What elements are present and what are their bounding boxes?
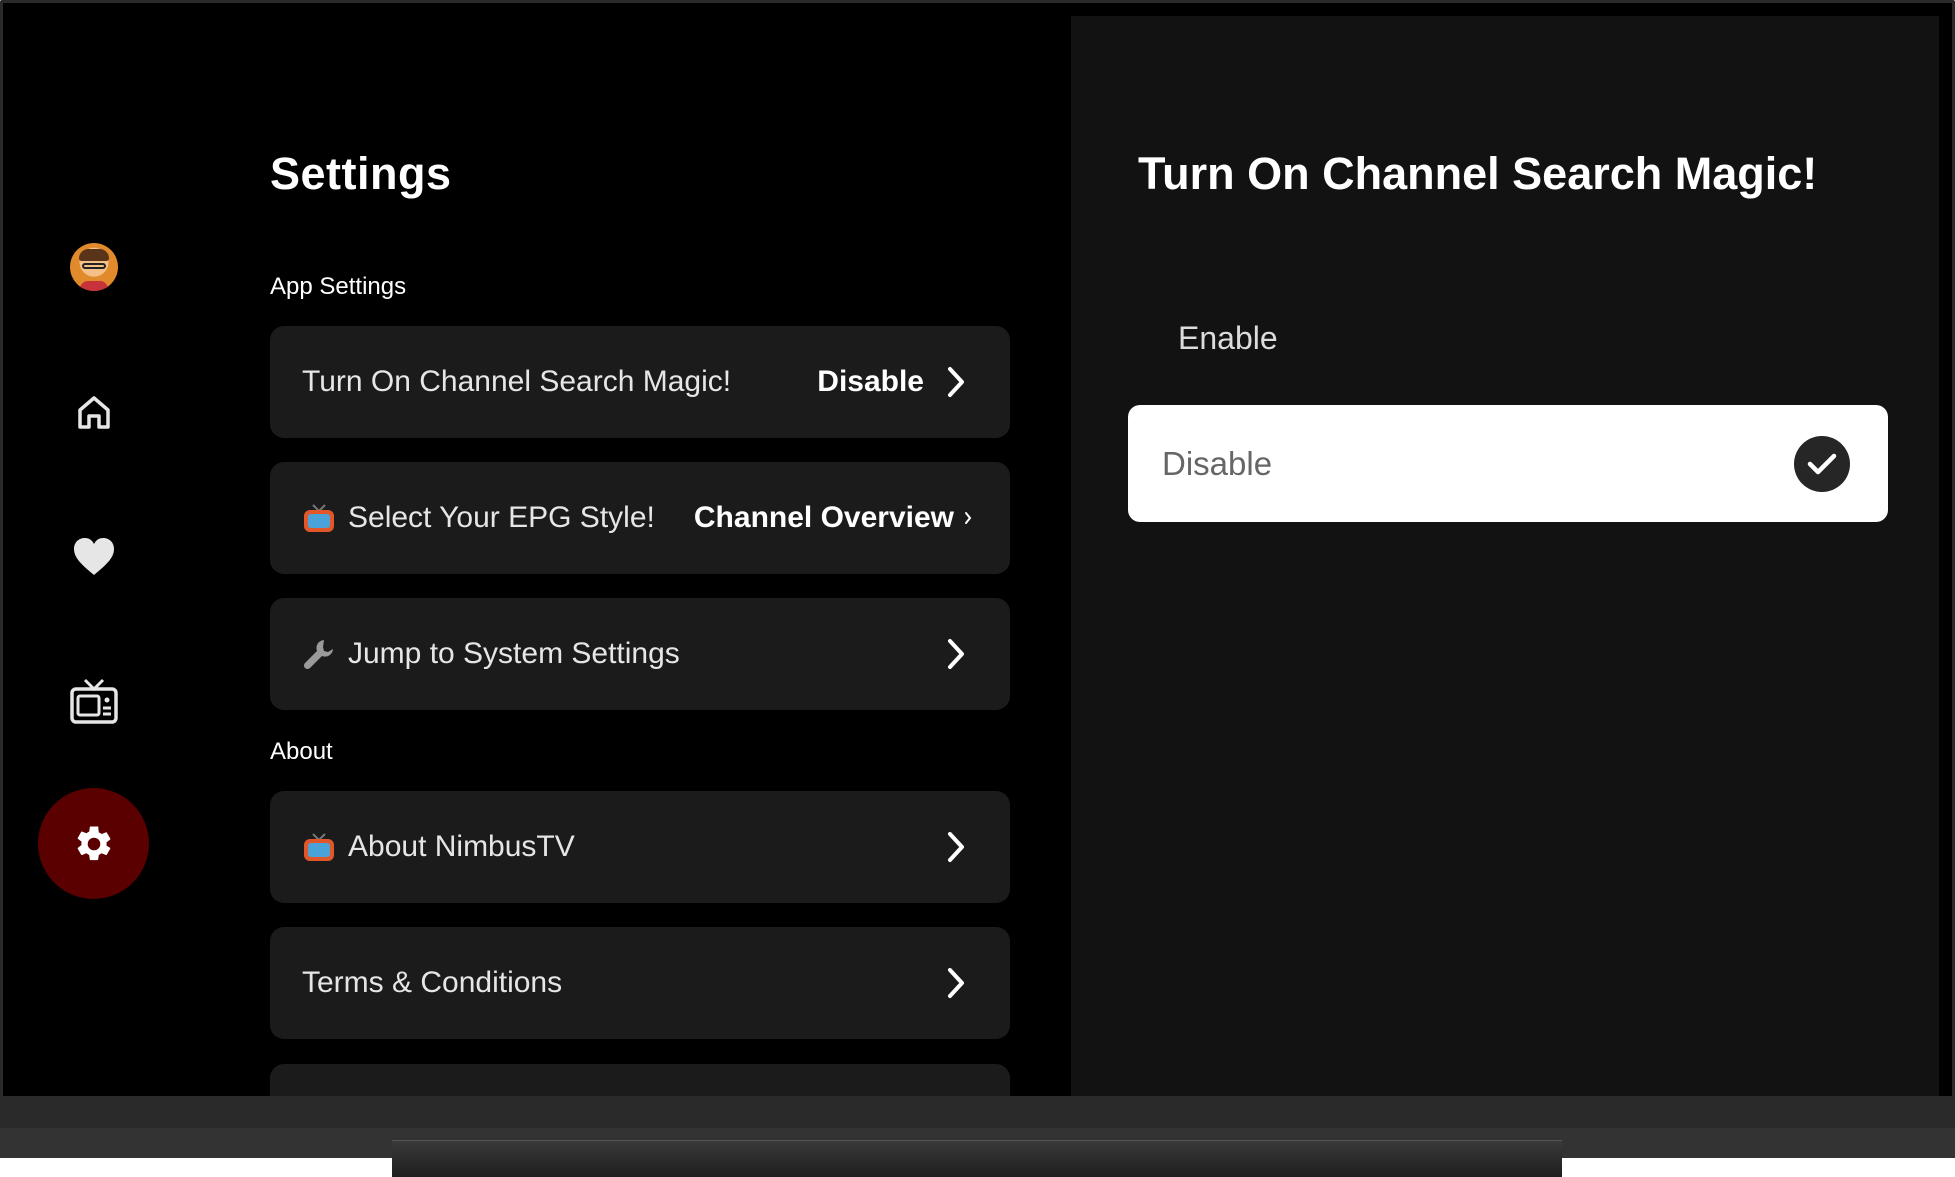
tv-icon xyxy=(69,678,118,724)
detail-title: Turn On Channel Search Magic! xyxy=(1138,148,1818,199)
tv-emoji-icon xyxy=(302,830,336,864)
tv-stand xyxy=(392,1140,1562,1177)
row-label: Terms & Conditions xyxy=(302,966,563,999)
chevron-right-icon xyxy=(946,638,966,670)
wrench-icon xyxy=(302,637,336,671)
tv-screen: Settings App Settings Turn On Channel Se… xyxy=(3,3,1952,1096)
row-value: Disable xyxy=(817,365,924,398)
row-epg-style[interactable]: Select Your EPG Style! Channel Overview xyxy=(270,462,1010,574)
nav-live-tv[interactable] xyxy=(38,645,149,756)
avatar xyxy=(69,242,118,291)
option-label: Disable xyxy=(1162,444,1273,482)
section-app-settings: App Settings xyxy=(270,273,407,300)
checkmark-icon xyxy=(1794,435,1850,492)
tv-emoji-icon xyxy=(302,501,336,535)
row-label: Turn On Channel Search Magic! xyxy=(302,365,732,398)
page-title: Settings xyxy=(270,148,452,199)
nav-favorites[interactable] xyxy=(38,501,149,612)
option-enable[interactable]: Enable xyxy=(1128,303,1888,373)
row-label: Jump to System Settings xyxy=(348,637,680,670)
chevron-right-icon xyxy=(946,967,966,999)
chevron-right-icon xyxy=(946,366,966,398)
row-terms[interactable]: Terms & Conditions xyxy=(270,927,1010,1039)
nav-home[interactable] xyxy=(38,356,149,467)
row-channel-search[interactable]: Turn On Channel Search Magic! Disable xyxy=(270,326,1010,438)
section-about: About xyxy=(270,738,333,765)
chevron-right-icon xyxy=(946,831,966,863)
chevron-right-icon xyxy=(964,511,972,525)
nav-avatar[interactable] xyxy=(38,211,149,322)
row-value: Channel Overview xyxy=(693,501,954,534)
row-system-settings[interactable]: Jump to System Settings xyxy=(270,598,1010,710)
heart-icon xyxy=(73,537,114,575)
nav-settings[interactable] xyxy=(38,788,149,899)
gear-icon xyxy=(77,825,110,860)
row-about-app[interactable]: About NimbusTV xyxy=(270,791,1010,903)
row-label: About NimbusTV xyxy=(348,830,575,863)
row-label: Select Your EPG Style! xyxy=(348,501,655,534)
row-next-partial[interactable] xyxy=(270,1064,1010,1096)
home-icon xyxy=(77,395,110,429)
option-disable[interactable]: Disable xyxy=(1128,405,1888,522)
